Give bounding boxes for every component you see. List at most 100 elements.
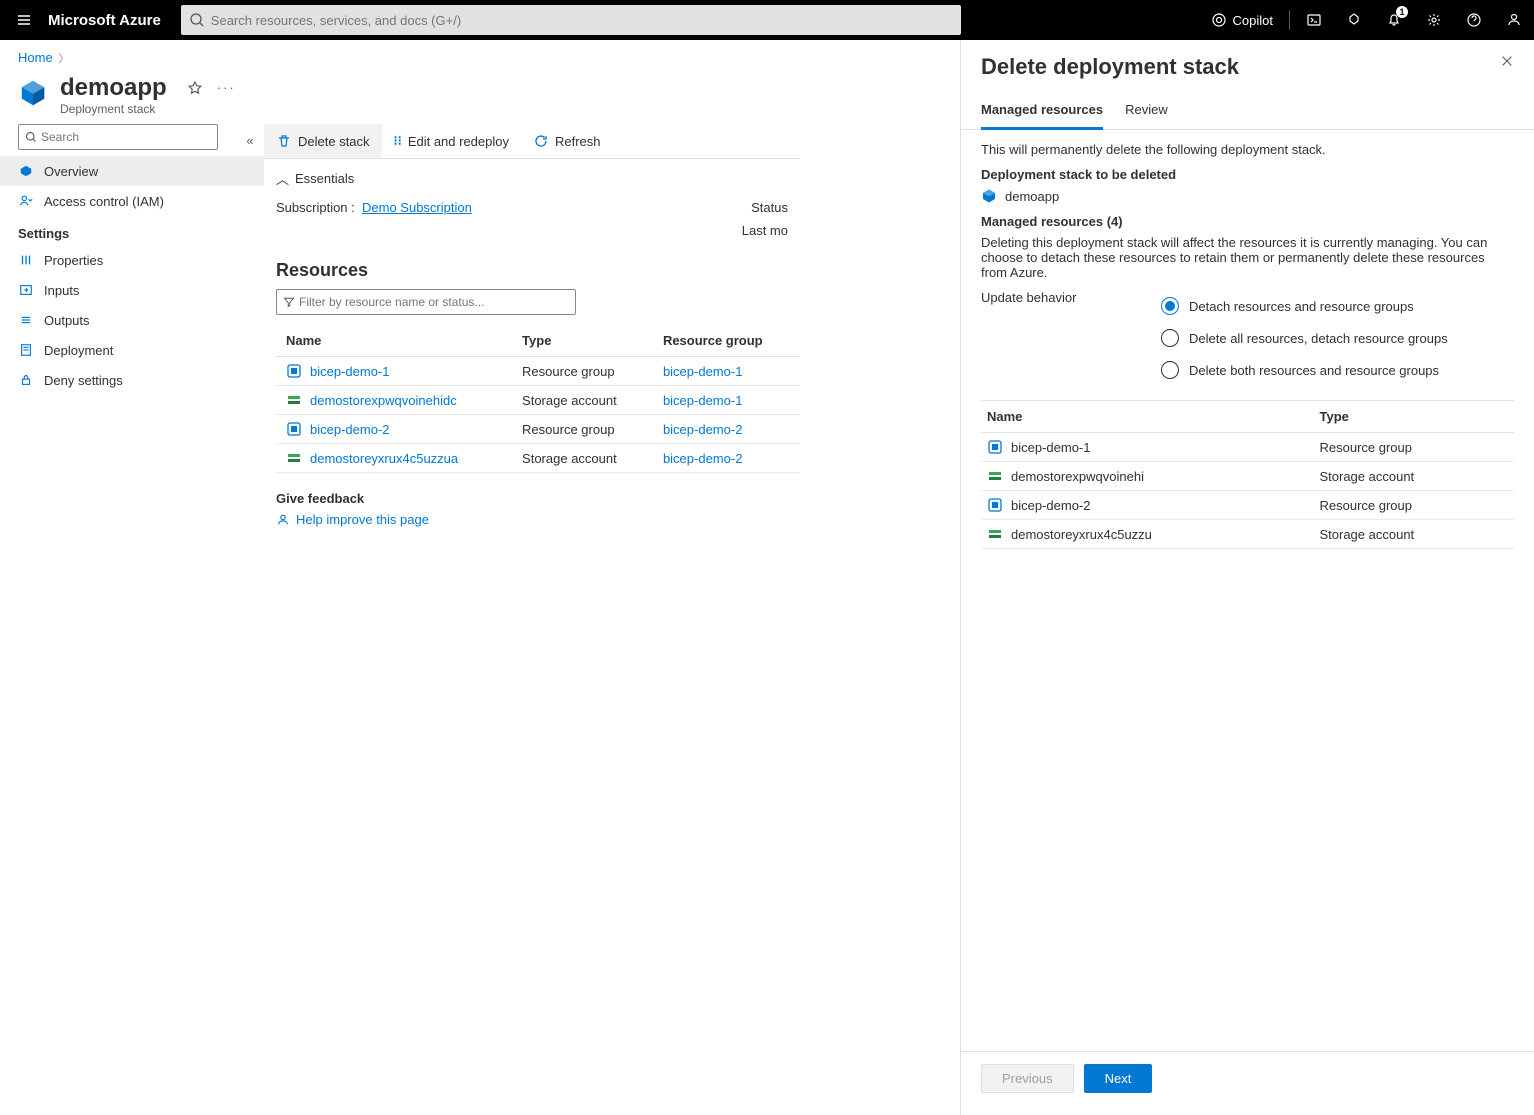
chevron-up-icon: ︿ bbox=[276, 169, 289, 188]
subscription-link[interactable]: Demo Subscription bbox=[362, 200, 472, 215]
copilot-icon bbox=[1211, 12, 1227, 28]
panel-managed-para: Deleting this deployment stack will affe… bbox=[981, 235, 1514, 280]
panel-col-type[interactable]: Type bbox=[1313, 401, 1514, 433]
resources-title: Resources bbox=[264, 246, 800, 289]
cloud-shell-icon[interactable] bbox=[1294, 0, 1334, 40]
table-row: demostorexpwqvoinehiStorage account bbox=[981, 462, 1514, 491]
subscription-label: Subscription : bbox=[276, 200, 355, 215]
storage-icon bbox=[987, 468, 1003, 484]
hamburger-menu[interactable] bbox=[0, 12, 48, 28]
close-icon bbox=[1500, 54, 1514, 68]
page-subtitle: Deployment stack bbox=[60, 102, 167, 116]
brand-label[interactable]: Microsoft Azure bbox=[48, 12, 181, 29]
refresh-button[interactable]: Refresh bbox=[521, 124, 613, 158]
copilot-button[interactable]: Copilot bbox=[1199, 12, 1285, 28]
storage-icon bbox=[286, 392, 302, 408]
panel-resources-table: Name Type bicep-demo-1Resource groupdemo… bbox=[981, 400, 1514, 549]
person-icon bbox=[276, 513, 290, 527]
overview-icon bbox=[18, 163, 34, 179]
deployment-icon bbox=[18, 342, 34, 358]
radio-detach[interactable]: Detach resources and resource groups bbox=[1161, 290, 1448, 322]
rg-icon bbox=[286, 421, 302, 437]
resources-table: Name Type Resource group bicep-demo-1Res… bbox=[276, 325, 800, 473]
help-icon[interactable] bbox=[1454, 0, 1494, 40]
notification-badge: 1 bbox=[1396, 6, 1408, 18]
inputs-icon bbox=[18, 282, 34, 298]
lastmod-label: Last mo bbox=[742, 223, 788, 238]
deployment-stack-icon bbox=[981, 188, 997, 204]
favorite-icon[interactable] bbox=[187, 80, 203, 99]
delete-icon bbox=[276, 133, 292, 149]
breadcrumb: Home 〉 bbox=[0, 40, 800, 70]
col-type[interactable]: Type bbox=[512, 325, 653, 357]
edit-redeploy-button[interactable]: ⁝⁝ Edit and redeploy bbox=[382, 124, 521, 158]
rg-icon bbox=[286, 363, 302, 379]
breadcrumb-home[interactable]: Home bbox=[18, 50, 53, 65]
feedback-link[interactable]: Help improve this page bbox=[276, 512, 788, 527]
col-name[interactable]: Name bbox=[276, 325, 512, 357]
radio-delete-both[interactable]: Delete both resources and resource group… bbox=[1161, 354, 1448, 386]
previous-button[interactable]: Previous bbox=[981, 1064, 1074, 1093]
tab-managed-resources[interactable]: Managed resources bbox=[981, 94, 1103, 130]
panel-intro: This will permanently delete the followi… bbox=[981, 142, 1514, 157]
nav-deployment[interactable]: Deployment bbox=[0, 335, 264, 365]
nav-outputs[interactable]: Outputs bbox=[0, 305, 264, 335]
resource-link[interactable]: bicep-demo-1 bbox=[310, 364, 390, 379]
divider bbox=[1289, 10, 1290, 30]
resource-link[interactable]: demostorexpwqvoinehidc bbox=[310, 393, 457, 408]
panel-sub-deleted: Deployment stack to be deleted bbox=[981, 167, 1514, 182]
nav-iam[interactable]: Access control (IAM) bbox=[0, 186, 264, 216]
deployment-stack-icon bbox=[18, 78, 48, 108]
table-row: bicep-demo-1Resource groupbicep-demo-1 bbox=[276, 357, 800, 386]
radio-delete-resources[interactable]: Delete all resources, detach resource gr… bbox=[1161, 322, 1448, 354]
col-rg[interactable]: Resource group bbox=[653, 325, 800, 357]
update-behavior-radios: Detach resources and resource groups Del… bbox=[1161, 290, 1448, 386]
global-search[interactable] bbox=[181, 5, 961, 35]
resources-filter-input[interactable] bbox=[299, 295, 569, 309]
chevron-right-icon: 〉 bbox=[58, 53, 69, 65]
sidebar: « Overview Access control (IAM) Settings… bbox=[0, 124, 264, 545]
resource-link[interactable]: bicep-demo-2 bbox=[310, 422, 390, 437]
storage-icon bbox=[286, 450, 302, 466]
more-icon[interactable]: ··· bbox=[217, 80, 236, 99]
resources-filter[interactable] bbox=[276, 289, 576, 315]
table-row: demostoreyxrux4c5uzzuaStorage accountbic… bbox=[276, 444, 800, 473]
table-row: bicep-demo-1Resource group bbox=[981, 433, 1514, 462]
essentials-toggle[interactable]: ︿ Essentials bbox=[276, 169, 788, 188]
table-row: demostorexpwqvoinehidcStorage accountbic… bbox=[276, 386, 800, 415]
topbar: Microsoft Azure Copilot 1 bbox=[0, 0, 1534, 40]
close-panel-button[interactable] bbox=[1500, 54, 1514, 80]
next-button[interactable]: Next bbox=[1084, 1064, 1153, 1093]
outputs-icon bbox=[18, 312, 34, 328]
rg-link[interactable]: bicep-demo-2 bbox=[663, 422, 743, 437]
panel-title: Delete deployment stack bbox=[981, 54, 1239, 80]
nav-deny[interactable]: Deny settings bbox=[0, 365, 264, 395]
sidebar-search[interactable] bbox=[18, 124, 218, 150]
resource-link[interactable]: demostoreyxrux4c5uzzua bbox=[310, 451, 458, 466]
rg-link[interactable]: bicep-demo-1 bbox=[663, 393, 743, 408]
settings-icon[interactable] bbox=[1414, 0, 1454, 40]
rg-icon bbox=[987, 497, 1003, 513]
nav-inputs[interactable]: Inputs bbox=[0, 275, 264, 305]
directories-icon[interactable] bbox=[1334, 0, 1374, 40]
delete-stack-button[interactable]: Delete stack bbox=[264, 124, 382, 158]
stack-to-delete: demoapp bbox=[981, 188, 1514, 204]
delete-panel: Delete deployment stack Managed resource… bbox=[960, 40, 1534, 1115]
sidebar-search-input[interactable] bbox=[41, 130, 211, 144]
collapse-sidebar-button[interactable]: « bbox=[236, 133, 264, 148]
panel-col-name[interactable]: Name bbox=[981, 401, 1313, 433]
panel-managed-header: Managed resources (4) bbox=[981, 214, 1514, 229]
notifications-icon[interactable]: 1 bbox=[1374, 0, 1414, 40]
feedback-icon[interactable] bbox=[1494, 0, 1534, 40]
copilot-label: Copilot bbox=[1233, 13, 1273, 28]
status-label: Status bbox=[751, 200, 788, 215]
properties-icon bbox=[18, 252, 34, 268]
main-content: Delete stack ⁝⁝ Edit and redeploy Refres… bbox=[264, 124, 800, 545]
global-search-input[interactable] bbox=[211, 13, 953, 28]
tab-review[interactable]: Review bbox=[1125, 94, 1168, 129]
rg-link[interactable]: bicep-demo-2 bbox=[663, 451, 743, 466]
nav-properties[interactable]: Properties bbox=[0, 245, 264, 275]
nav-overview[interactable]: Overview bbox=[0, 156, 264, 186]
rg-link[interactable]: bicep-demo-1 bbox=[663, 364, 743, 379]
feedback-title: Give feedback bbox=[276, 491, 788, 506]
